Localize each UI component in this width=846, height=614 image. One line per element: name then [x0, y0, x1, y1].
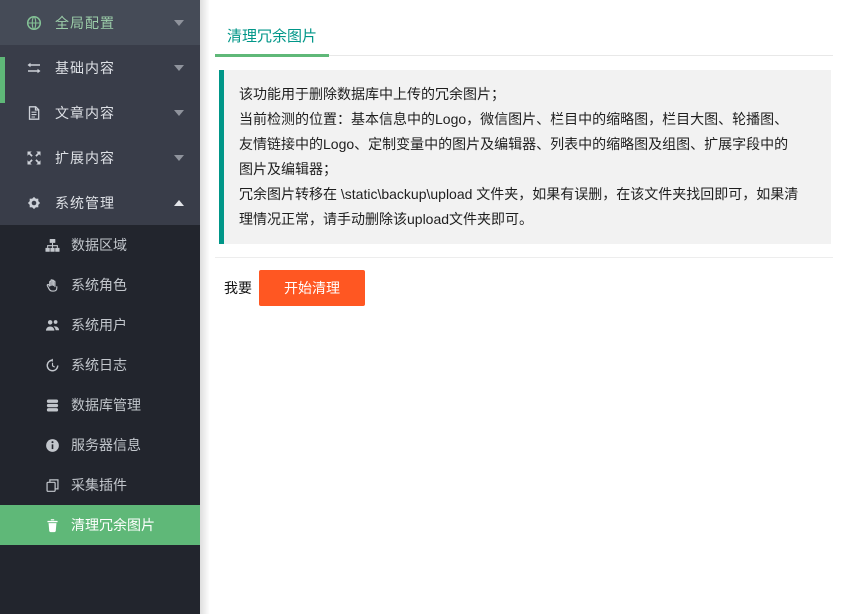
- submenu-item-label: 服务器信息: [71, 435, 141, 455]
- info-icon: [45, 438, 60, 453]
- expand-icon: [26, 150, 42, 166]
- sidebar-item-basic-content[interactable]: 基础内容: [0, 45, 200, 90]
- submenu-item-system-logs[interactable]: 系统日志: [0, 345, 200, 385]
- document-icon: [26, 105, 42, 121]
- sidebar-item-label: 文章内容: [55, 103, 174, 123]
- chevron-down-icon: [174, 110, 184, 116]
- tab-bar: 清理冗余图片: [215, 0, 833, 56]
- submenu-item-collect-plugin[interactable]: 采集插件: [0, 465, 200, 505]
- submenu-item-label: 系统用户: [71, 315, 127, 335]
- sidebar-submenu-system: 数据区域 系统角色: [0, 225, 200, 614]
- copy-icon: [45, 478, 60, 493]
- trash-icon: [45, 518, 60, 533]
- notice-line: 该功能用于删除数据库中上传的冗余图片；: [239, 82, 816, 107]
- history-icon: [45, 358, 60, 373]
- sidebar-item-label: 扩展内容: [55, 148, 174, 168]
- submenu-item-label: 系统日志: [71, 355, 127, 375]
- notice-line: 友情链接中的Logo、定制变量中的图片及编辑器、列表中的缩略图及组图、扩展字段中…: [239, 132, 816, 157]
- sidebar-item-label: 全局配置: [55, 13, 174, 33]
- submenu-item-label: 系统角色: [71, 275, 127, 295]
- hand-icon: [45, 278, 60, 293]
- sitemap-icon: [45, 238, 60, 253]
- start-clean-button[interactable]: 开始清理: [259, 270, 365, 306]
- sidebar: 全局配置 基础内容 文章内容: [0, 0, 200, 614]
- sidebar-item-article-content[interactable]: 文章内容: [0, 90, 200, 135]
- sidebar-item-global-config[interactable]: 全局配置: [0, 0, 200, 45]
- submenu-item-server-info[interactable]: 服务器信息: [0, 425, 200, 465]
- sidebar-item-label: 基础内容: [55, 58, 174, 78]
- chevron-down-icon: [174, 65, 184, 71]
- users-icon: [45, 318, 60, 333]
- action-row: 我要 开始清理: [224, 270, 831, 306]
- app-window: 全局配置 基础内容 文章内容: [0, 0, 846, 614]
- chevron-down-icon: [174, 20, 184, 26]
- submenu-item-label: 清理冗余图片: [71, 515, 155, 535]
- submenu-item-data-area[interactable]: 数据区域: [0, 225, 200, 265]
- submenu-item-label: 数据区域: [71, 235, 127, 255]
- submenu-item-label: 数据库管理: [71, 395, 141, 415]
- notice-line: 图片及编辑器；: [239, 157, 816, 182]
- globe-icon: [26, 15, 42, 31]
- tab-clean-redundant-images[interactable]: 清理冗余图片: [215, 25, 329, 57]
- gear-icon: [26, 195, 42, 211]
- submenu-item-database-management[interactable]: 数据库管理: [0, 385, 200, 425]
- submenu-item-system-users[interactable]: 系统用户: [0, 305, 200, 345]
- notice-line: 冗余图片转移在 \static\backup\upload 文件夹，如果有误删，…: [239, 182, 816, 207]
- sidebar-item-system-management[interactable]: 系统管理: [0, 180, 200, 225]
- notice-line: 当前检测的位置：基本信息中的Logo，微信图片、栏目中的缩略图，栏目大图、轮播图…: [239, 107, 816, 132]
- sidebar-scrollbar-thumb[interactable]: [0, 57, 5, 103]
- submenu-item-clean-redundant-images[interactable]: 清理冗余图片: [0, 505, 200, 545]
- sliders-icon: [26, 60, 42, 76]
- notice-box: 该功能用于删除数据库中上传的冗余图片； 当前检测的位置：基本信息中的Logo，微…: [219, 70, 831, 244]
- sidebar-item-label: 系统管理: [55, 193, 174, 213]
- database-icon: [45, 398, 60, 413]
- main-content: 清理冗余图片 该功能用于删除数据库中上传的冗余图片； 当前检测的位置：基本信息中…: [200, 0, 846, 614]
- notice-line: 理情况正常，请手动删除该upload文件夹即可。: [239, 207, 816, 232]
- divider: [215, 257, 833, 258]
- submenu-item-label: 采集插件: [71, 475, 127, 495]
- chevron-down-icon: [174, 155, 184, 161]
- action-prefix-label: 我要: [224, 278, 252, 298]
- sidebar-item-extended-content[interactable]: 扩展内容: [0, 135, 200, 180]
- submenu-item-system-roles[interactable]: 系统角色: [0, 265, 200, 305]
- chevron-up-icon: [174, 200, 184, 206]
